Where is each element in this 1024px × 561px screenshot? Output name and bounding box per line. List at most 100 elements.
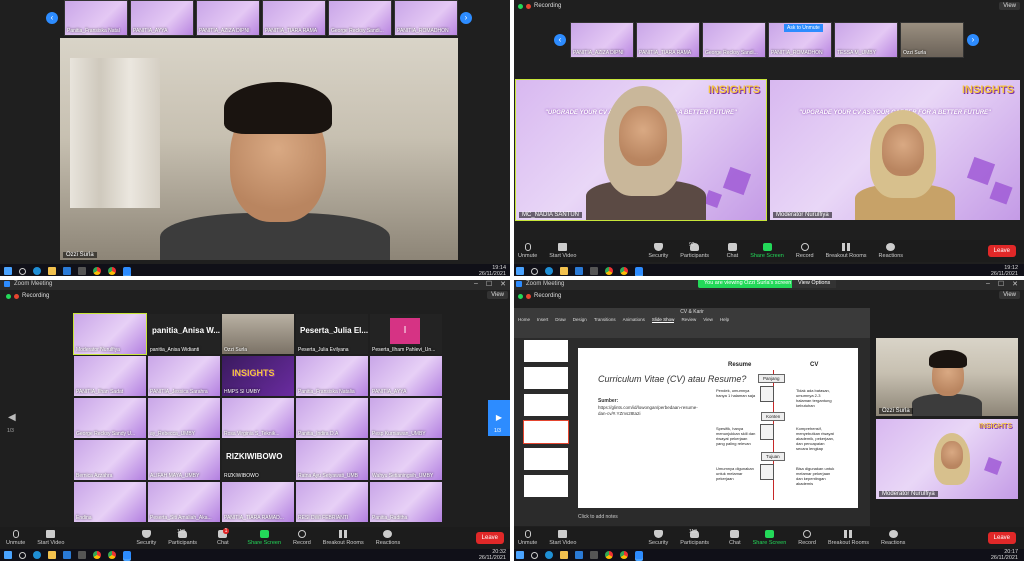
- participant-thumbnail[interactable]: Ozzi Surla: [900, 22, 964, 58]
- view-button[interactable]: View: [487, 291, 508, 299]
- zoom-icon[interactable]: [123, 551, 131, 559]
- view-button[interactable]: View: [999, 2, 1020, 10]
- close-icon[interactable]: ✕: [500, 280, 506, 288]
- participant-thumbnail[interactable]: Panitia_Fransiska Natal: [64, 0, 128, 36]
- participant-thumbnail[interactable]: PANITIA_TIARA RAMA: [636, 22, 700, 58]
- ribbon-tab[interactable]: View: [703, 317, 713, 323]
- start-video-button[interactable]: Start Video: [543, 243, 582, 259]
- ribbon-tab[interactable]: Review: [681, 317, 696, 323]
- start-video-button[interactable]: Start Video: [31, 530, 70, 546]
- participant-thumbnail[interactable]: George Recksy Sandi...: [702, 22, 766, 58]
- ribbon-tab[interactable]: Home: [518, 317, 530, 323]
- gallery-tile[interactable]: Peserta_Siti Amaliah_Aka...: [148, 482, 220, 522]
- gallery-tile[interactable]: Panitia_Indira D.A: [296, 398, 368, 438]
- gallery-tile[interactable]: RIZKIWIBOWO RIZKIWIBOWO: [222, 440, 294, 480]
- minimize-icon[interactable]: –: [474, 280, 478, 288]
- gallery-tile[interactable]: Panitia_Fransiska Natalia: [296, 356, 368, 396]
- edge-icon[interactable]: [545, 267, 553, 275]
- search-icon[interactable]: [19, 551, 26, 559]
- windows-start-icon[interactable]: [516, 551, 524, 559]
- participant-thumbnail[interactable]: PANITIA_ROMADHON: [394, 0, 458, 36]
- gallery-tile[interactable]: Moderator Nurulfiya: [73, 313, 147, 355]
- gallery-tile[interactable]: PANITIA_TIARA RAMAD...: [222, 482, 294, 522]
- minimize-icon[interactable]: –: [986, 280, 990, 288]
- leave-button[interactable]: Leave: [475, 532, 504, 544]
- powerpoint-window[interactable]: CV & Karir Home Insert Draw Design Transitio…: [514, 308, 870, 534]
- slide-thumbnail[interactable]: [524, 367, 568, 389]
- participant-video-moderator[interactable]: INSIGHTS Moderator Nurulfiya: [876, 419, 1018, 499]
- record-button[interactable]: Record: [790, 243, 820, 259]
- gallery-tile[interactable]: Bernica Azzahra: [74, 440, 146, 480]
- chrome-icon-2[interactable]: [620, 551, 628, 559]
- participant-thumbnail[interactable]: PANITIA_TIARA RAMA: [262, 0, 326, 36]
- chat-button[interactable]: Chat: [721, 243, 745, 259]
- gallery-tile[interactable]: Endina: [74, 482, 146, 522]
- unmute-button[interactable]: Unmute: [512, 243, 543, 259]
- slide-thumbnail[interactable]: [524, 394, 568, 416]
- slide-thumbnail[interactable]: [524, 448, 568, 470]
- ribbon-tab[interactable]: Draw: [555, 317, 566, 323]
- gallery-tile[interactable]: Wahyu Setianingsih_UMBY: [370, 440, 442, 480]
- slide-thumbnail[interactable]: [524, 475, 568, 497]
- participant-thumbnail[interactable]: George Recksy Sandi...: [328, 0, 392, 36]
- zoom-icon[interactable]: [123, 267, 131, 275]
- search-icon[interactable]: [531, 267, 538, 275]
- participant-thumbnail[interactable]: PANITIA_AYYA: [130, 0, 194, 36]
- chrome-icon-2[interactable]: [108, 267, 116, 275]
- mail-icon[interactable]: [575, 267, 583, 275]
- ribbon-tab[interactable]: Transitions: [594, 317, 616, 323]
- store-icon[interactable]: [590, 267, 598, 275]
- gallery-tile[interactable]: Ratna Ayu Setyawati_UMB: [296, 440, 368, 480]
- zoom-icon[interactable]: [635, 267, 643, 275]
- ribbon-tab[interactable]: Insert: [537, 317, 548, 323]
- mail-icon[interactable]: [575, 551, 583, 559]
- leave-button[interactable]: Leave: [987, 245, 1016, 257]
- gallery-tile[interactable]: RESI DWI FEBRIANTI: [296, 482, 368, 522]
- slide-thumbnail[interactable]: [524, 340, 568, 362]
- chat-button[interactable]: Chat: [723, 530, 747, 546]
- reactions-button[interactable]: Reactions: [875, 530, 911, 546]
- participant-thumbnail[interactable]: TESSA M_UMBY: [834, 22, 898, 58]
- participant-thumbnail[interactable]: PANITIA_AZIZA DIPNI: [570, 22, 634, 58]
- breakout-rooms-button[interactable]: Breakout Rooms: [822, 530, 875, 546]
- breakout-rooms-button[interactable]: Breakout Rooms: [820, 243, 873, 259]
- gallery-tile[interactable]: Peserta_Julia El... Peserta_Julia Evilyan…: [296, 314, 368, 354]
- folder-icon[interactable]: [48, 267, 56, 275]
- security-button[interactable]: Security: [642, 243, 674, 259]
- slide-notes[interactable]: Click to add notes: [578, 514, 618, 520]
- prev-page-arrow-icon[interactable]: ◀: [8, 412, 16, 423]
- presenter-video-2[interactable]: INSIGHTS "UPGRADE YOUR CV AS YOUR CAREER…: [770, 80, 1020, 220]
- participant-thumbnail[interactable]: PANITIA_AZIZA DIPNI: [196, 0, 260, 36]
- chrome-icon[interactable]: [605, 267, 613, 275]
- maximize-icon[interactable]: ☐: [998, 280, 1004, 288]
- gallery-tile[interactable]: Panitia_Raditha: [370, 482, 442, 522]
- chrome-icon-2[interactable]: [108, 551, 116, 559]
- slide-thumbnail[interactable]: [523, 420, 569, 444]
- gallery-tile[interactable]: Pesp Kurniawan_UMBY: [370, 398, 442, 438]
- folder-icon[interactable]: [48, 551, 56, 559]
- reactions-button[interactable]: Reactions: [873, 243, 909, 259]
- folder-icon[interactable]: [560, 551, 568, 559]
- start-video-button[interactable]: Start Video: [543, 530, 582, 546]
- security-button[interactable]: Security: [130, 530, 162, 546]
- windows-start-icon[interactable]: [4, 551, 12, 559]
- windows-start-icon[interactable]: [516, 267, 524, 275]
- unmute-button[interactable]: Unmute: [0, 530, 31, 546]
- store-icon[interactable]: [78, 267, 86, 275]
- zoom-icon[interactable]: [635, 551, 643, 559]
- breakout-rooms-button[interactable]: Breakout Rooms: [317, 530, 370, 546]
- gallery-tile[interactable]: Rosa Virginia S_Teknik...: [222, 398, 294, 438]
- store-icon[interactable]: [590, 551, 598, 559]
- active-speaker-video[interactable]: Ozzi Surla: [60, 38, 458, 260]
- slide-canvas[interactable]: Curriculum Vitae (CV) atau Resume? Sumbe…: [578, 348, 858, 508]
- share-screen-button[interactable]: Share Screen: [747, 530, 793, 546]
- search-icon[interactable]: [531, 551, 538, 559]
- next-page-arrow-icon[interactable]: ›: [967, 34, 979, 46]
- chrome-icon-2[interactable]: [620, 267, 628, 275]
- gallery-tile[interactable]: PANITIA_Jessica Sarahra: [148, 356, 220, 396]
- gallery-tile[interactable]: panitia_Anisa W... panitia_Anisa Widianti: [148, 314, 220, 354]
- gallery-tile[interactable]: PANITIA_AYYA: [370, 356, 442, 396]
- slide-source-url[interactable]: https://glints.com/id/lowongan/perbedaan…: [598, 405, 698, 417]
- record-button[interactable]: Record: [792, 530, 822, 546]
- mail-icon[interactable]: [63, 551, 71, 559]
